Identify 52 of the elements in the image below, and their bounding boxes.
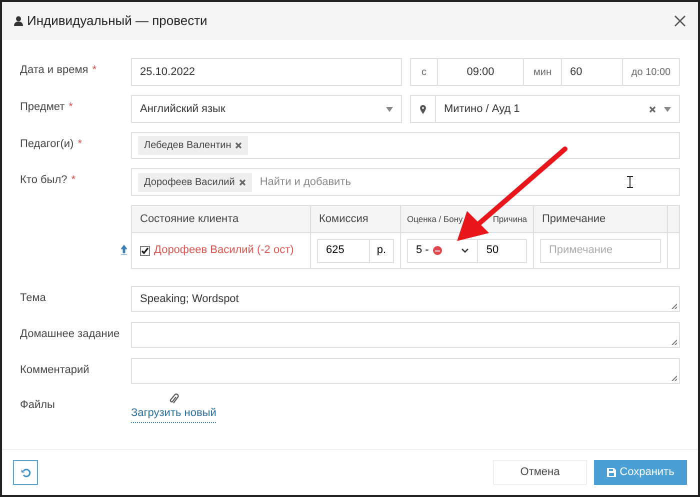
remove-icon[interactable] (235, 142, 242, 149)
end-time-label: до 10:00 (630, 66, 672, 80)
arrow-up-icon[interactable] (121, 245, 127, 255)
map-pin-icon (420, 104, 426, 114)
field-label: Тема (20, 291, 47, 306)
field-label: Предмет * (20, 100, 74, 115)
resize-handle-icon[interactable] (671, 339, 677, 345)
resize-handle-icon[interactable] (671, 303, 677, 309)
date-field[interactable]: 25.10.2022 (131, 58, 402, 86)
window-title: Индивидуальный — провести (27, 12, 208, 30)
field-label: Дата и время * (20, 63, 98, 78)
location-select[interactable]: Митино / Ауд 1 (410, 95, 680, 123)
field-label: Педагог(и) * (20, 137, 83, 152)
upload-link[interactable]: Загрузить новый (131, 405, 216, 422)
paperclip-icon (169, 393, 179, 405)
chevron-down-icon (461, 248, 470, 253)
caret-icon (386, 106, 393, 112)
resize-handle-icon[interactable] (671, 375, 677, 381)
column-header: Причина (492, 212, 527, 226)
column-header: Состояние клиента (132, 206, 311, 232)
text-cursor-icon (627, 176, 633, 188)
client-link[interactable]: Дорофеев Василий (-2 ост) (154, 242, 294, 259)
column-header: Примечание (534, 206, 668, 232)
tag[interactable]: Дорофеев Василий (138, 172, 252, 192)
currency-label: р. (370, 238, 394, 262)
subject-select[interactable]: Английский язык (131, 95, 402, 123)
minutes-label: мин (524, 59, 562, 85)
cancel-button[interactable]: Отмена (493, 460, 587, 485)
teacher-field[interactable]: Лебедев Валентин (131, 132, 680, 159)
column-header: Комиссия (311, 206, 401, 232)
text-area[interactable]: Speaking; Wordspot (131, 286, 680, 312)
undo-icon (20, 468, 30, 478)
from-label: с (411, 59, 438, 85)
field-label: Файлы (20, 398, 56, 413)
close-icon[interactable] (674, 15, 686, 27)
field-label: Кто был? * (20, 173, 77, 188)
remove-icon[interactable] (238, 178, 246, 186)
person-icon (14, 16, 23, 26)
field-label: Комментарий (20, 363, 90, 378)
bonus-field[interactable]: 50 (478, 238, 527, 262)
tag[interactable]: Лебедев Валентин (138, 136, 248, 155)
checkbox[interactable] (140, 246, 150, 256)
duration-field[interactable]: 60 (562, 59, 623, 85)
field-label: Домашнее задание (20, 327, 121, 342)
clear-icon[interactable] (649, 106, 656, 112)
caret-icon (664, 106, 671, 112)
grade-select[interactable]: 5 - (407, 238, 478, 262)
reset-button[interactable] (13, 460, 38, 485)
start-time-field[interactable]: 09:00 (438, 59, 524, 85)
column-header: Оценка / Бону (407, 212, 463, 226)
commission-field[interactable]: 625 (317, 238, 370, 262)
attendee-field[interactable]: Дорофеев Василий Найти и добавить (131, 168, 680, 196)
